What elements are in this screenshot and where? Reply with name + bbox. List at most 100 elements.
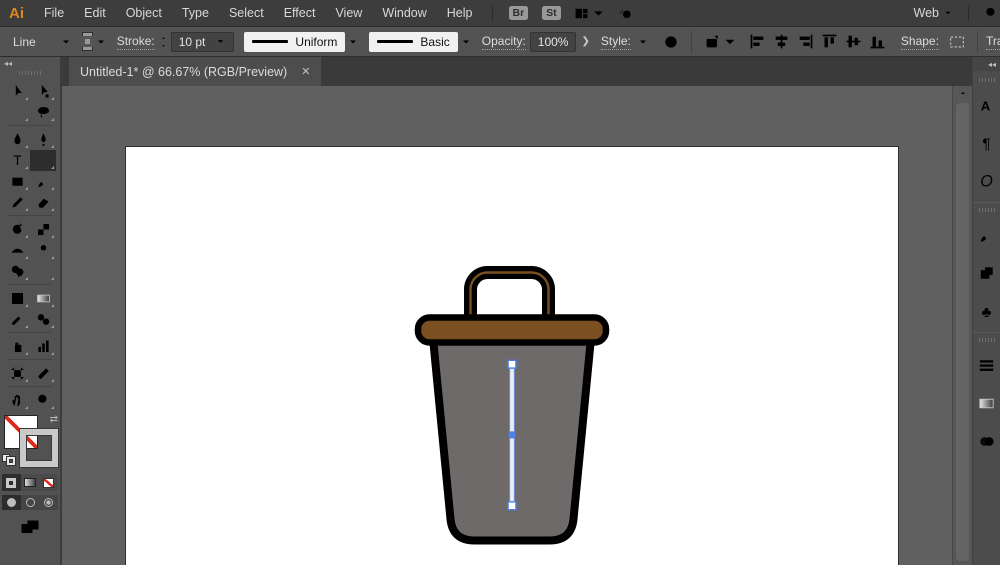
default-fill-stroke-icon[interactable]	[2, 454, 15, 465]
line-segment-tool[interactable]	[30, 150, 56, 171]
menu-select[interactable]: Select	[219, 6, 274, 20]
shape-mode-icon[interactable]	[948, 33, 966, 51]
width-profile-field[interactable]: Uniform	[244, 32, 345, 52]
stroke-swatch-active[interactable]	[20, 429, 58, 467]
style-label[interactable]: Style:	[601, 34, 631, 50]
touch-rotate-icon[interactable]	[617, 5, 634, 22]
artboard-tool[interactable]	[4, 363, 30, 384]
opacity-label[interactable]: Opacity:	[482, 34, 526, 50]
width-profile-dropdown[interactable]	[345, 36, 361, 48]
curvature-tool[interactable]	[30, 129, 56, 150]
dock-drag-handle[interactable]	[979, 78, 995, 82]
shape-builder-tool[interactable]	[4, 261, 30, 282]
hand-tool[interactable]	[4, 390, 30, 411]
workspace-select[interactable]: Web	[914, 6, 953, 20]
gradient-button[interactable]	[21, 474, 40, 491]
stroke-label[interactable]: Stroke:	[117, 34, 155, 50]
graphic-styles-panel-button[interactable]	[973, 254, 1000, 292]
align-v-bottom-button[interactable]	[868, 32, 887, 51]
menu-help[interactable]: Help	[437, 6, 483, 20]
stock-button[interactable]: St	[542, 6, 561, 21]
menu-type[interactable]: Type	[172, 6, 219, 20]
canvas-area[interactable]	[62, 86, 952, 565]
recolor-artwork-icon[interactable]	[662, 33, 680, 51]
gradient-panel-panel-button[interactable]	[973, 384, 1000, 422]
trash-can-artwork[interactable]	[405, 260, 620, 550]
align-h-left-button[interactable]	[748, 32, 767, 51]
brushes-panel-button[interactable]	[973, 216, 1000, 254]
fill-color-dropdown[interactable]	[58, 36, 74, 48]
align-v-center-button[interactable]	[844, 32, 863, 51]
symbol-sprayer-tool[interactable]	[4, 336, 30, 357]
step-down-icon[interactable]	[159, 43, 168, 49]
gradient-tool[interactable]	[30, 288, 56, 309]
rotate-tool[interactable]	[4, 219, 30, 240]
puppet-warp-tool[interactable]	[30, 240, 56, 261]
transparency-panel-button[interactable]	[973, 422, 1000, 460]
scale-tool[interactable]	[30, 219, 56, 240]
paragraph-panel-button[interactable]	[973, 124, 1000, 162]
transform-label[interactable]: Transform	[986, 34, 1000, 50]
blend-tool[interactable]	[30, 309, 56, 330]
opacity-expand-button[interactable]: ❯	[576, 36, 594, 47]
dock-drag-handle[interactable]	[979, 208, 995, 212]
symbols-panel-button[interactable]	[973, 292, 1000, 330]
paintbrush-tool[interactable]	[30, 171, 56, 192]
stroke-weight-field[interactable]: 10 pt	[171, 32, 235, 52]
lasso-tool[interactable]	[30, 102, 56, 123]
mesh-tool[interactable]	[4, 288, 30, 309]
brush-field[interactable]: Basic	[369, 32, 457, 52]
stroke-color-dropdown[interactable]	[93, 36, 109, 48]
pen-tool[interactable]	[4, 129, 30, 150]
isolate-object-icon[interactable]	[703, 33, 739, 51]
stroke-weight-stepper[interactable]	[159, 35, 168, 49]
align-h-right-button[interactable]	[796, 32, 815, 51]
color-button[interactable]	[2, 474, 21, 491]
character-panel-button[interactable]	[973, 86, 1000, 124]
menu-file[interactable]: File	[34, 6, 74, 20]
stroke-panel-panel-button[interactable]	[973, 346, 1000, 384]
direct-selection-tool[interactable]	[30, 81, 56, 102]
search-icon[interactable]	[983, 5, 1000, 22]
opacity-field[interactable]: 100%	[530, 32, 577, 52]
slice-tool[interactable]	[30, 363, 56, 384]
align-h-center-button[interactable]	[772, 32, 791, 51]
style-dropdown[interactable]	[635, 36, 651, 48]
tools-drag-handle[interactable]	[19, 71, 41, 75]
selection-tool[interactable]	[4, 81, 30, 102]
none-button[interactable]	[39, 474, 58, 491]
draw-behind-button[interactable]	[21, 495, 40, 510]
menu-view[interactable]: View	[325, 6, 372, 20]
scroll-up-icon[interactable]	[953, 86, 972, 97]
align-v-top-button[interactable]	[820, 32, 839, 51]
draw-inside-button[interactable]	[39, 495, 58, 510]
eyedropper-tool[interactable]	[4, 309, 30, 330]
shape-label[interactable]: Shape:	[901, 34, 939, 50]
dock-drag-handle[interactable]	[979, 338, 995, 342]
document-tab[interactable]: Untitled-1* @ 66.67% (RGB/Preview) ✕	[69, 57, 321, 86]
menu-edit[interactable]: Edit	[74, 6, 116, 20]
shaper-tool[interactable]	[4, 192, 30, 213]
menu-effect[interactable]: Effect	[274, 6, 326, 20]
rectangle-tool[interactable]	[4, 171, 30, 192]
bridge-button[interactable]: Br	[509, 6, 529, 21]
column-graph-tool[interactable]	[30, 336, 56, 357]
step-up-icon[interactable]	[159, 35, 168, 41]
collapse-tools-icon[interactable]: ◂◂	[4, 59, 12, 68]
eraser-tool[interactable]	[30, 192, 56, 213]
stroke-color-swatch[interactable]	[82, 32, 93, 51]
draw-normal-button[interactable]	[2, 495, 21, 510]
menu-window[interactable]: Window	[372, 6, 436, 20]
screen-mode-icon[interactable]	[19, 518, 41, 541]
expand-panels-icon[interactable]: ◂◂	[973, 57, 1000, 71]
brush-dropdown[interactable]	[458, 36, 474, 48]
zoom-tool[interactable]	[30, 390, 56, 411]
magic-wand-tool[interactable]	[4, 102, 30, 123]
perspective-grid-tool[interactable]	[30, 261, 56, 282]
app-logo[interactable]: Ai	[9, 5, 24, 22]
scrollbar-thumb[interactable]	[956, 103, 969, 561]
swap-fill-stroke-icon[interactable]: ⇄	[50, 415, 58, 425]
workspace-switcher-icon[interactable]	[573, 5, 607, 22]
width-tool[interactable]	[4, 240, 30, 261]
vertical-scrollbar[interactable]	[952, 86, 972, 565]
